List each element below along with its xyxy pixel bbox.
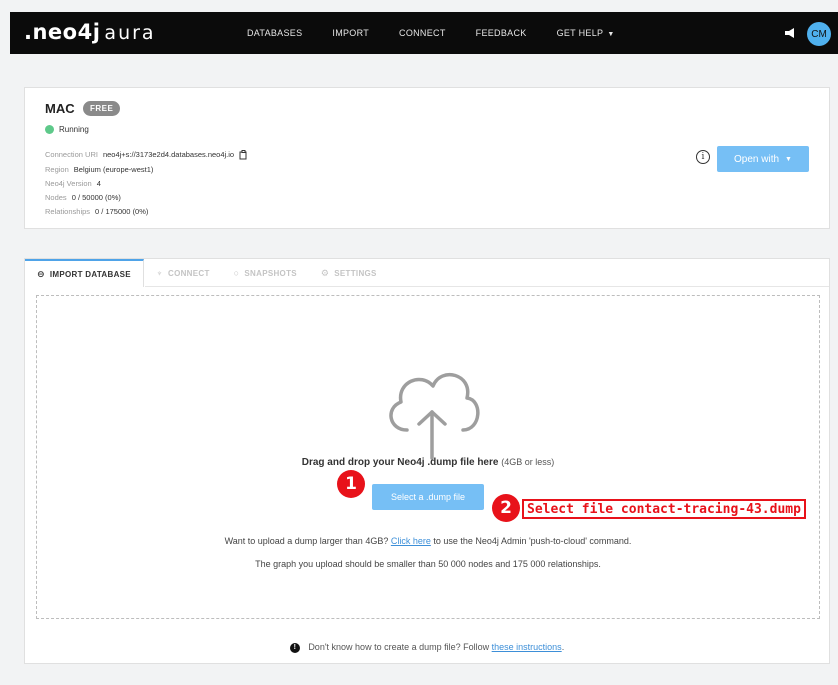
status-dot-icon [45,125,54,134]
database-tabs-panel: ⊖ IMPORT DATABASE ♆ CONNECT ○ SNAPSHOTS … [24,258,830,664]
meta-key: Connection URI [45,150,98,159]
select-dump-file-button[interactable]: Select a .dump file [372,484,484,510]
logo-aura-text: aura [104,22,156,44]
tab-snapshots[interactable]: ○ SNAPSHOTS [222,259,309,287]
tab-connect[interactable]: ♆ CONNECT [144,259,222,287]
click-here-link[interactable]: Click here [391,536,431,546]
copy-icon[interactable] [239,150,248,160]
plug-icon: ♆ [155,268,163,278]
dump-howto-text: ! Don't know how to create a dump file? … [25,642,829,653]
large-upload-text: Want to upload a dump larger than 4GB? C… [37,536,819,546]
meta-value: neo4j+s://3173e2d4.databases.neo4j.io [102,150,235,159]
howto-prefix: Don't know how to create a dump file? Fo… [308,642,490,652]
chevron-down-icon: ▼ [785,155,792,163]
meta-version: Neo4j Version 4 [45,179,101,188]
database-card: MAC FREE Running Connection URI neo4j+s:/… [24,87,830,229]
snapshot-icon: ○ [233,268,240,278]
tab-import-database[interactable]: ⊖ IMPORT DATABASE [25,259,144,287]
meta-value: 0 / 175000 (0%) [95,207,149,216]
cloud-upload-icon [389,373,480,460]
nav-get-help[interactable]: GET HELP ▼ [557,28,615,38]
meta-key: Neo4j Version [45,179,92,188]
upload-suffix: to use the Neo4j Admin 'push-to-cloud' c… [433,536,632,546]
tier-badge: FREE [83,101,121,116]
exclamation-icon: ! [289,642,300,653]
meta-value: 0 / 50000 (0%) [71,193,121,202]
nav-connect[interactable]: CONNECT [399,28,446,38]
status-text: Running [59,125,89,134]
meta-key: Relationships [45,207,91,216]
meta-key: Nodes [45,193,67,202]
meta-value: Belgium (europe-west1) [73,165,154,174]
gear-icon: ⚙ [320,267,330,278]
nav-feedback[interactable]: FEEDBACK [476,28,527,38]
nav-databases[interactable]: DATABASES [247,28,302,38]
arrow-circle-icon: ⊖ [37,268,45,279]
open-with-label: Open with [734,153,780,165]
step-1-marker: 1 [337,470,365,498]
meta-nodes: Nodes 0 / 50000 (0%) [45,193,121,202]
upload-prefix: Want to upload a dump larger than 4GB? [224,536,389,546]
logo-neo4j-text: .neo4j [24,20,101,44]
megaphone-icon[interactable] [783,26,797,40]
top-navbar: .neo4j aura DATABASES IMPORT CONNECT FEE… [10,12,838,54]
open-with-button[interactable]: Open with ▼ [717,146,809,172]
meta-value: 4 [96,179,101,188]
info-icon[interactable]: i [696,150,710,164]
user-avatar[interactable]: CM [807,22,831,46]
these-instructions-link[interactable]: these instructions [492,642,562,652]
meta-relationships: Relationships 0 / 175000 (0%) [45,207,148,216]
meta-connection-uri: Connection URI neo4j+s://3173e2d4.databas… [45,150,248,160]
nav-import[interactable]: IMPORT [332,28,369,38]
tab-settings[interactable]: ⚙ SETTINGS [309,259,389,287]
dump-dropzone[interactable]: Drag and drop your Neo4j .dump file here… [36,295,820,619]
tab-divider [145,286,829,287]
size-limit-note: (4GB or less) [501,457,555,467]
nav-get-help-label: GET HELP [556,28,604,38]
tab-bar: ⊖ IMPORT DATABASE ♆ CONNECT ○ SNAPSHOTS … [25,259,829,287]
tab-label: SNAPSHOTS [244,268,297,278]
chevron-down-icon: ▼ [607,31,615,38]
step-2-marker: 2 [492,494,520,522]
tab-label: IMPORT DATABASE [49,269,131,279]
step-2-callout: Select file contact-tracing-43.dump [522,499,806,519]
nav-menu: DATABASES IMPORT CONNECT FEEDBACK GET HE… [247,12,645,54]
meta-key: Region [45,165,69,174]
howto-suffix: . [561,642,565,652]
drag-drop-text: Drag and drop your Neo4j .dump file here… [37,457,819,468]
drag-drop-bold: Drag and drop your Neo4j .dump file here [301,457,499,468]
neo4j-aura-logo[interactable]: .neo4j aura [24,20,156,44]
meta-region: Region Belgium (europe-west1) [45,165,153,174]
database-name: MAC [45,101,75,116]
graph-size-limit-text: The graph you upload should be smaller t… [255,559,601,569]
tab-label: SETTINGS [334,268,377,278]
tab-label: CONNECT [168,268,210,278]
database-status: Running [45,125,89,134]
